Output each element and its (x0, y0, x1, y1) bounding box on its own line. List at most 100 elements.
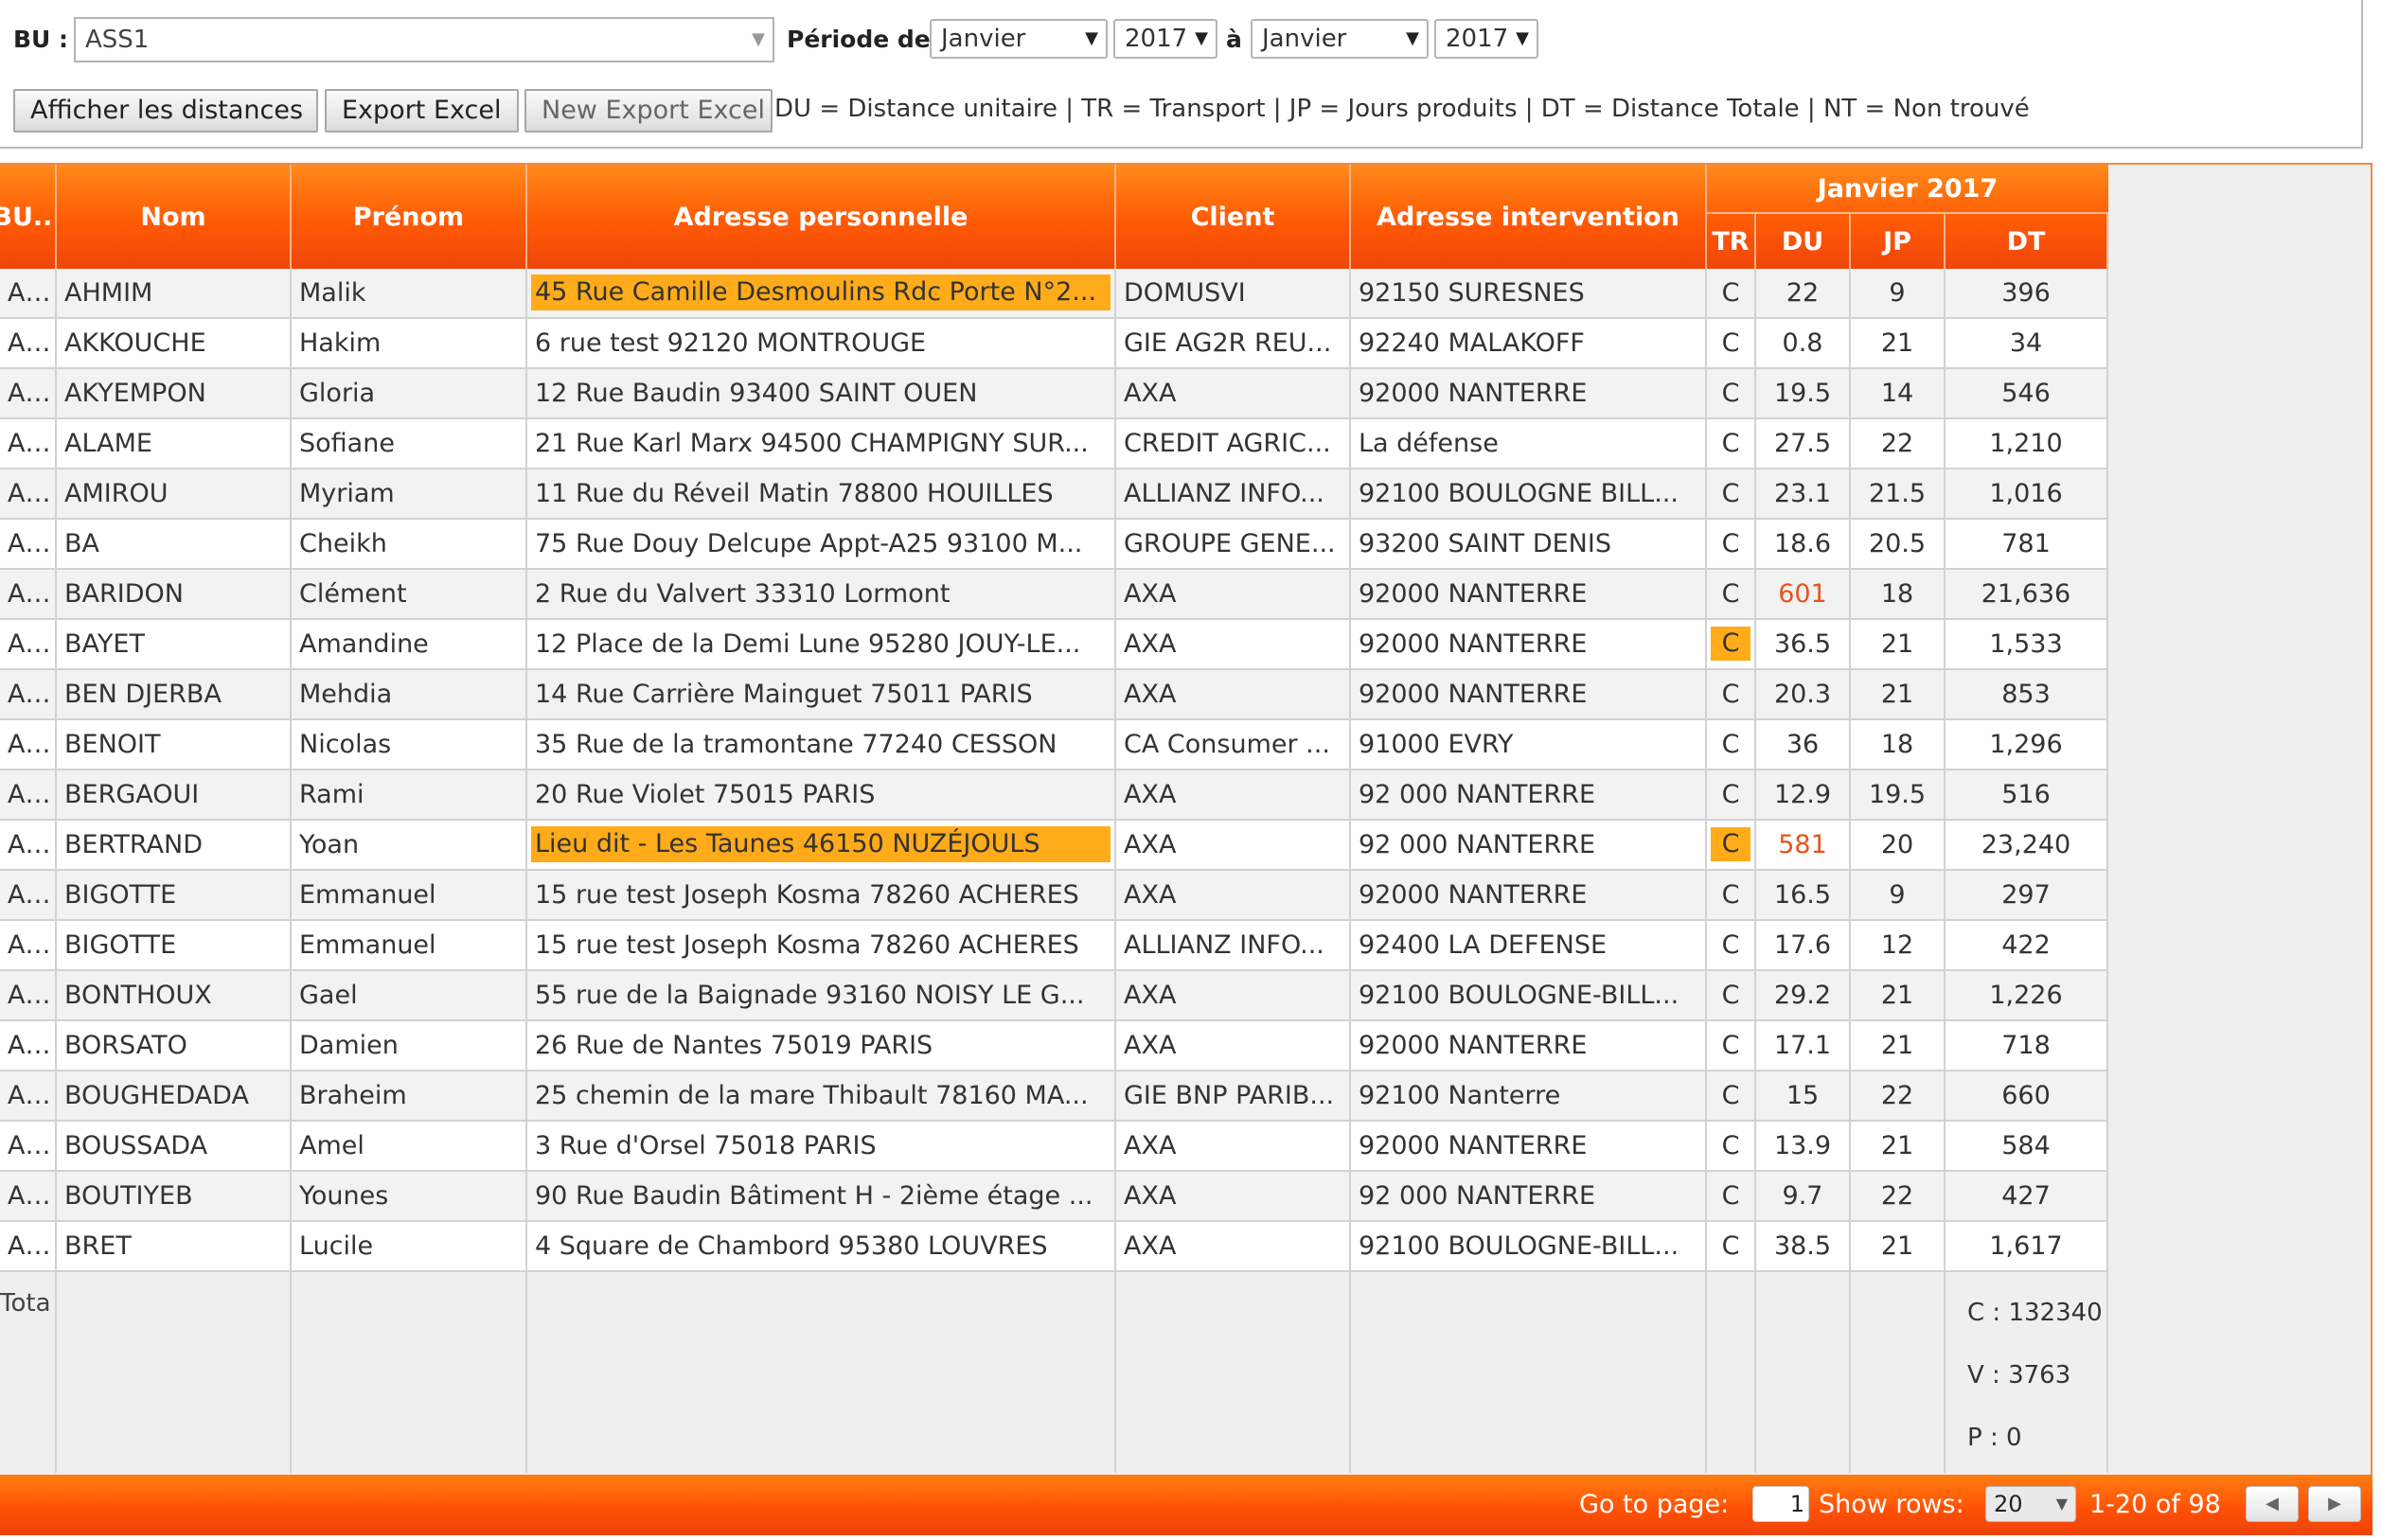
column-header-adresse[interactable]: Adresse personnelle (527, 165, 1116, 269)
table-row[interactable]: AS...BENOITNicolas35 Rue de la tramontan… (0, 720, 2108, 770)
cell-adresse: 15 rue test Joseph Kosma 78260 ACHERES (527, 921, 1116, 969)
table-row[interactable]: AS...BIGOTTEEmmanuel15 rue test Joseph K… (0, 921, 2108, 971)
column-header-bu[interactable]: BU... (0, 165, 57, 269)
table-row[interactable]: AS...BOUSSADAAmel3 Rue d'Orsel 75018 PAR… (0, 1122, 2108, 1172)
cell-du: 18.6 (1756, 520, 1851, 568)
cell-intervention: 92 000 NANTERRE (1351, 821, 1707, 869)
next-page-button[interactable]: ▶ (2308, 1486, 2361, 1522)
cell-nom: BRET (57, 1222, 292, 1270)
new-export-excel-button[interactable]: New Export Excel (524, 89, 773, 133)
cell-client: AXA (1116, 570, 1351, 618)
cell-dt: 1,226 (1946, 971, 2108, 1019)
table-row[interactable]: AS...BOUGHEDADABraheim25 chemin de la ma… (0, 1071, 2108, 1122)
cell-tr: C (1707, 770, 1756, 819)
show-rows-select[interactable]: 20 ▼ (1985, 1486, 2076, 1522)
chevron-down-icon: ▼ (1516, 28, 1529, 48)
totals-cell (1756, 1272, 1851, 1473)
cell-jp: 14 (1851, 369, 1946, 417)
cell-prenom: Myriam (292, 469, 527, 518)
total-v: V : 3763 (1967, 1361, 2071, 1390)
table-row[interactable]: AS...AMIROUMyriam11 Rue du Réveil Matin … (0, 469, 2108, 520)
cell-dt: 396 (1946, 269, 2108, 317)
column-header-intervention[interactable]: Adresse intervention (1351, 165, 1707, 269)
cell-prenom: Younes (292, 1172, 527, 1220)
cell-dt: 781 (1946, 520, 2108, 568)
cell-tr: C (1707, 520, 1756, 568)
table-row[interactable]: AS...BORSATODamien26 Rue de Nantes 75019… (0, 1021, 2108, 1071)
export-excel-button[interactable]: Export Excel (325, 89, 519, 133)
cell-tr: C (1707, 921, 1756, 969)
table-row[interactable]: AS...BIGOTTEEmmanuel15 rue test Joseph K… (0, 871, 2108, 921)
cell-client: AXA (1116, 620, 1351, 668)
table-row[interactable]: AS...AHMIMMalik45 Rue Camille Desmoulins… (0, 269, 2108, 319)
table-row[interactable]: AS...BERGAOUIRami20 Rue Violet 75015 PAR… (0, 770, 2108, 821)
table-row[interactable]: AS...AKKOUCHEHakim6 rue test 92120 MONTR… (0, 319, 2108, 369)
from-year-select[interactable]: 2017 ▼ (1113, 19, 1217, 59)
cell-bu: AS... (0, 1122, 57, 1170)
to-year-select[interactable]: 2017 ▼ (1434, 19, 1538, 59)
table-row[interactable]: AS...BOUTIYEBYounes90 Rue Baudin Bâtimen… (0, 1172, 2108, 1222)
to-month-select[interactable]: Janvier ▼ (1251, 19, 1429, 59)
column-header-prenom[interactable]: Prénom (292, 165, 527, 269)
totals-row: Tota C : 132340 V : 3763 P : 0 (0, 1272, 2108, 1473)
cell-client: AXA (1116, 1222, 1351, 1270)
cell-dt: 546 (1946, 369, 2108, 417)
cell-nom: AKKOUCHE (57, 319, 292, 367)
cell-bu: AS... (0, 1021, 57, 1070)
cell-intervention: 92000 NANTERRE (1351, 871, 1707, 919)
column-header-jp[interactable]: JP (1851, 214, 1946, 269)
prev-page-button[interactable]: ◀ (2246, 1486, 2299, 1522)
show-distances-button[interactable]: Afficher les distances (13, 89, 318, 133)
goto-page-label: Go to page: (1579, 1490, 1730, 1519)
from-month-value: Janvier (941, 25, 1026, 53)
table-row[interactable]: AS...BACheikh75 Rue Douy Delcupe Appt-A2… (0, 520, 2108, 570)
cell-tr: C (1707, 319, 1756, 367)
column-header-client[interactable]: Client (1116, 165, 1351, 269)
cell-prenom: Gloria (292, 369, 527, 417)
cell-adresse: 45 Rue Camille Desmoulins Rdc Porte N°2.… (527, 269, 1116, 317)
cell-nom: BARIDON (57, 570, 292, 618)
cell-intervention: 92240 MALAKOFF (1351, 319, 1707, 367)
cell-intervention: 92100 Nanterre (1351, 1071, 1707, 1120)
cell-dt: 660 (1946, 1071, 2108, 1120)
cell-jp: 21 (1851, 1222, 1946, 1270)
cell-du: 581 (1756, 821, 1851, 869)
table-row[interactable]: AS...BEN DJERBAMehdia14 Rue Carrière Mai… (0, 670, 2108, 720)
cell-adresse: 75 Rue Douy Delcupe Appt-A25 93100 M... (527, 520, 1116, 568)
column-header-nom[interactable]: Nom (57, 165, 292, 269)
table-row[interactable]: AS...AKYEMPONGloria12 Rue Baudin 93400 S… (0, 369, 2108, 419)
cell-bu: AS... (0, 770, 57, 819)
bu-select[interactable]: ASS1 ▼ (74, 17, 774, 62)
cell-prenom: Emmanuel (292, 921, 527, 969)
column-header-dt[interactable]: DT (1946, 214, 2108, 269)
cell-du: 20.3 (1756, 670, 1851, 718)
cell-du: 36.5 (1756, 620, 1851, 668)
cell-bu: AS... (0, 469, 57, 518)
cell-bu: AS... (0, 319, 57, 367)
column-header-du[interactable]: DU (1756, 214, 1851, 269)
table-row[interactable]: AS...BONTHOUXGael55 rue de la Baignade 9… (0, 971, 2108, 1021)
cell-tr: C (1707, 269, 1756, 317)
table-row[interactable]: AS...BERTRANDYoanLieu dit - Les Taunes 4… (0, 821, 2108, 871)
cell-dt: 422 (1946, 921, 2108, 969)
cell-adresse: 35 Rue de la tramontane 77240 CESSON (527, 720, 1116, 769)
to-label: à (1226, 26, 1242, 53)
from-month-select[interactable]: Janvier ▼ (930, 19, 1108, 59)
goto-page-input[interactable]: 1 (1752, 1486, 1809, 1522)
cell-jp: 21 (1851, 319, 1946, 367)
cell-adresse: 11 Rue du Réveil Matin 78800 HOUILLES (527, 469, 1116, 518)
chevron-down-icon: ▼ (1085, 28, 1098, 48)
table-row[interactable]: AS...BARIDONClément2 Rue du Valvert 3331… (0, 570, 2108, 620)
cell-client: CREDIT AGRIC... (1116, 419, 1351, 468)
table-row[interactable]: AS...BAYETAmandine12 Place de la Demi Lu… (0, 620, 2108, 670)
periode-label: Période de (787, 26, 931, 53)
cell-client: AXA (1116, 1122, 1351, 1170)
cell-intervention: 92000 NANTERRE (1351, 670, 1707, 718)
table-row[interactable]: AS...BRETLucile4 Square de Chambord 9538… (0, 1222, 2108, 1272)
cell-du: 17.1 (1756, 1021, 1851, 1070)
grid-header: BU... Nom Prénom Adresse personnelle Cli… (0, 165, 2108, 269)
cell-du: 22 (1756, 269, 1851, 317)
table-row[interactable]: AS...ALAMESofiane21 Rue Karl Marx 94500 … (0, 419, 2108, 469)
totals-cell (292, 1272, 527, 1473)
column-header-tr[interactable]: TR (1707, 214, 1756, 269)
